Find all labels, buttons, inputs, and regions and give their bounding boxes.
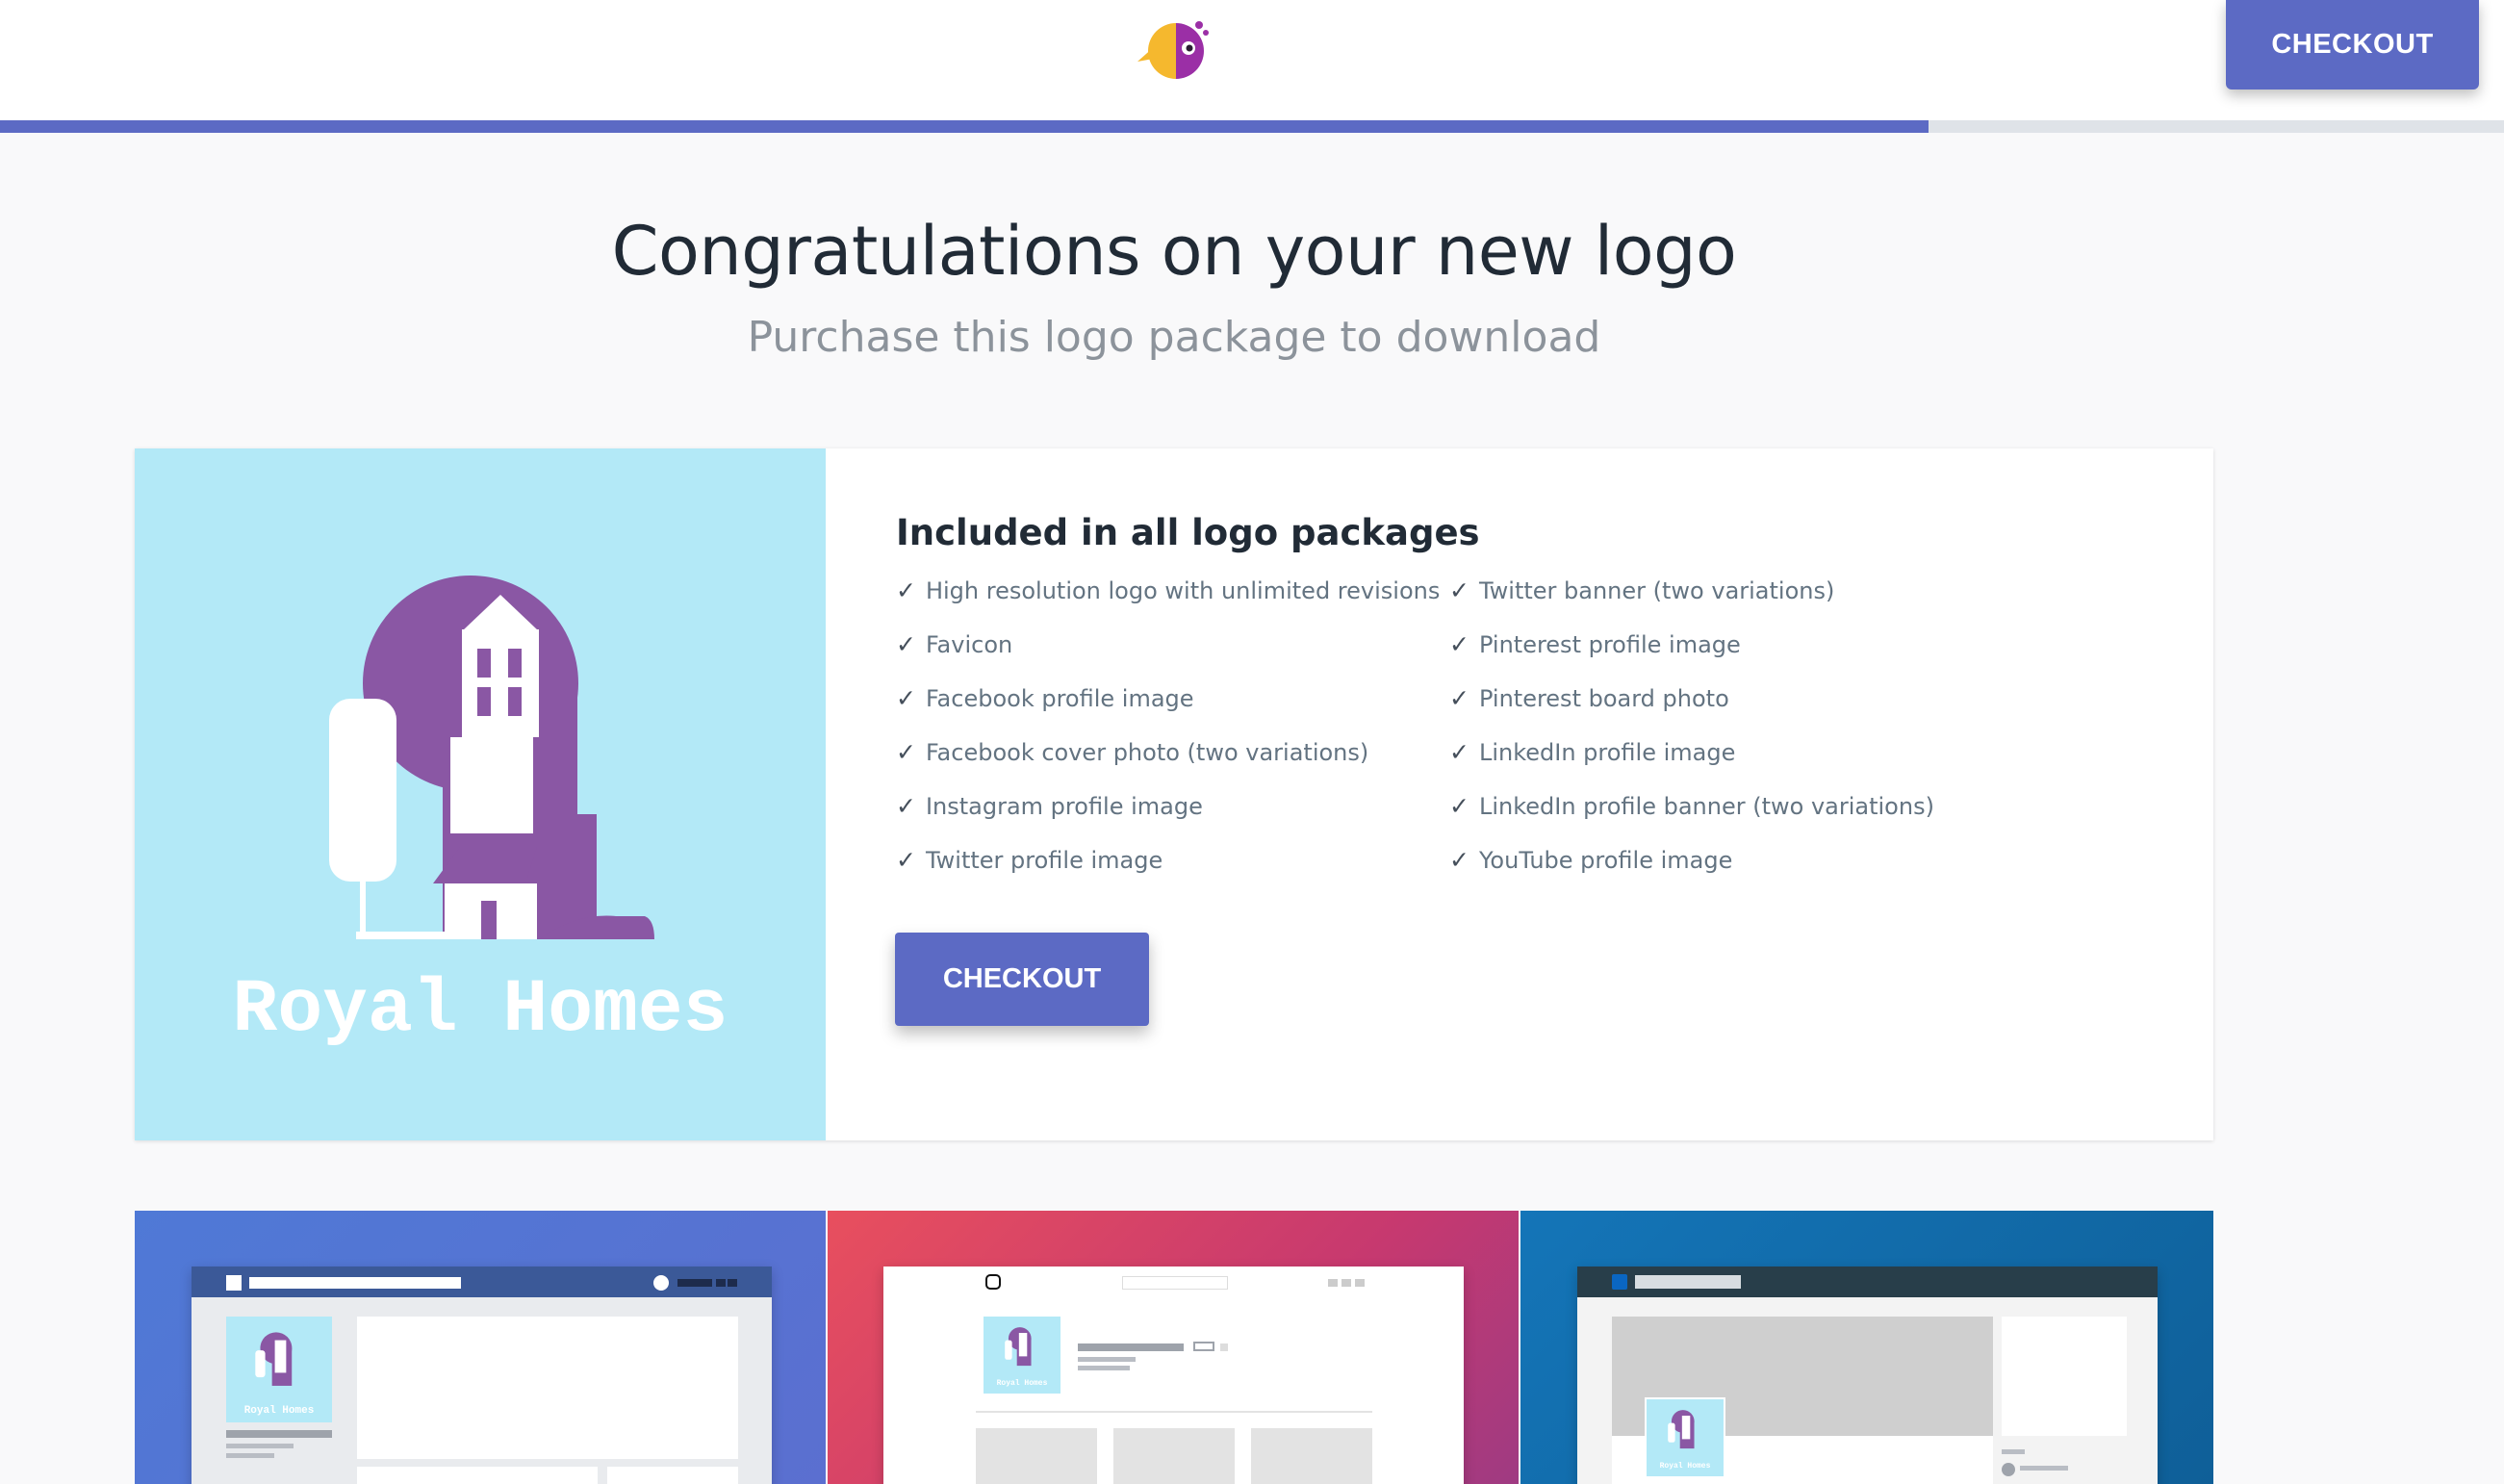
check-icon: ✓ — [896, 576, 916, 604]
facebook-mockup[interactable]: Royal Homes — [135, 1211, 826, 1484]
logo-package-card: Royal Homes Included in all logo package… — [135, 448, 2213, 1140]
feature-item: ✓ Favicon — [896, 630, 1013, 659]
check-icon: ✓ — [1449, 684, 1469, 712]
feature-item: ✓ Facebook profile image — [896, 684, 1194, 713]
check-icon: ✓ — [1449, 846, 1469, 874]
instagram-profile-logo: Royal Homes — [984, 1317, 1060, 1394]
progress-bar — [0, 120, 2504, 133]
facebook-window: Royal Homes — [192, 1267, 772, 1484]
features-list-right: ✓ Twitter banner (two variations) ✓ Pinter… — [1449, 577, 1934, 901]
feature-item: ✓ Pinterest board photo — [1449, 684, 1729, 713]
linkedin-window: Royal Homes — [1577, 1267, 2158, 1484]
features-list-left: ✓ High resolution logo with unlimited rev… — [896, 577, 1440, 901]
package-title: Included in all logo packages — [896, 512, 1480, 553]
package-checkout-button[interactable]: CHECKOUT — [895, 933, 1149, 1026]
feature-item: ✓ Twitter banner (two variations) — [1449, 576, 1835, 605]
feature-item: ✓ YouTube profile image — [1449, 846, 1733, 875]
page-subtitle: Purchase this logo package to download — [747, 313, 1601, 362]
page-title: Congratulations on your new logo — [611, 212, 1737, 291]
check-icon: ✓ — [896, 738, 916, 766]
check-icon: ✓ — [896, 630, 916, 658]
feature-item: ✓ Twitter profile image — [896, 846, 1163, 875]
instagram-window: Royal Homes — [883, 1267, 1464, 1484]
feature-item: ✓ Pinterest profile image — [1449, 630, 1741, 659]
feature-item: ✓ High resolution logo with unlimited rev… — [896, 576, 1441, 605]
linkedin-mockup-icon — [1612, 1274, 1627, 1290]
check-icon: ✓ — [896, 792, 916, 820]
social-mockups: Royal Homes Royal Homes Royal Homes — [135, 1211, 2213, 1484]
check-icon: ✓ — [1449, 792, 1469, 820]
linkedin-mockup[interactable]: Royal Homes — [1520, 1211, 2213, 1484]
feature-item: ✓ Instagram profile image — [896, 792, 1203, 821]
parrot-logo-icon[interactable] — [1136, 12, 1213, 81]
instagram-icon — [985, 1274, 1001, 1290]
check-icon: ✓ — [1449, 630, 1469, 658]
feature-item: ✓ LinkedIn profile image — [1449, 738, 1736, 767]
logo-brand-name: Royal Homes — [232, 968, 728, 1053]
house-logo-icon — [329, 576, 654, 939]
check-icon: ✓ — [1449, 576, 1469, 604]
facebook-profile-logo: Royal Homes — [226, 1317, 332, 1422]
feature-item: ✓ Facebook cover photo (two variations) — [896, 738, 1369, 767]
top-header: CHECKOUT — [0, 0, 2504, 120]
header-checkout-button[interactable]: CHECKOUT — [2226, 0, 2479, 90]
logo-preview: Royal Homes — [135, 448, 826, 1140]
linkedin-profile-logo: Royal Homes — [1645, 1397, 1725, 1478]
progress-bar-fill — [0, 120, 1929, 133]
instagram-mockup[interactable]: Royal Homes — [828, 1211, 1519, 1484]
check-icon: ✓ — [896, 846, 916, 874]
check-icon: ✓ — [896, 684, 916, 712]
facebook-mockup-icon — [226, 1275, 242, 1291]
feature-item: ✓ LinkedIn profile banner (two variations… — [1449, 792, 1934, 821]
check-icon: ✓ — [1449, 738, 1469, 766]
